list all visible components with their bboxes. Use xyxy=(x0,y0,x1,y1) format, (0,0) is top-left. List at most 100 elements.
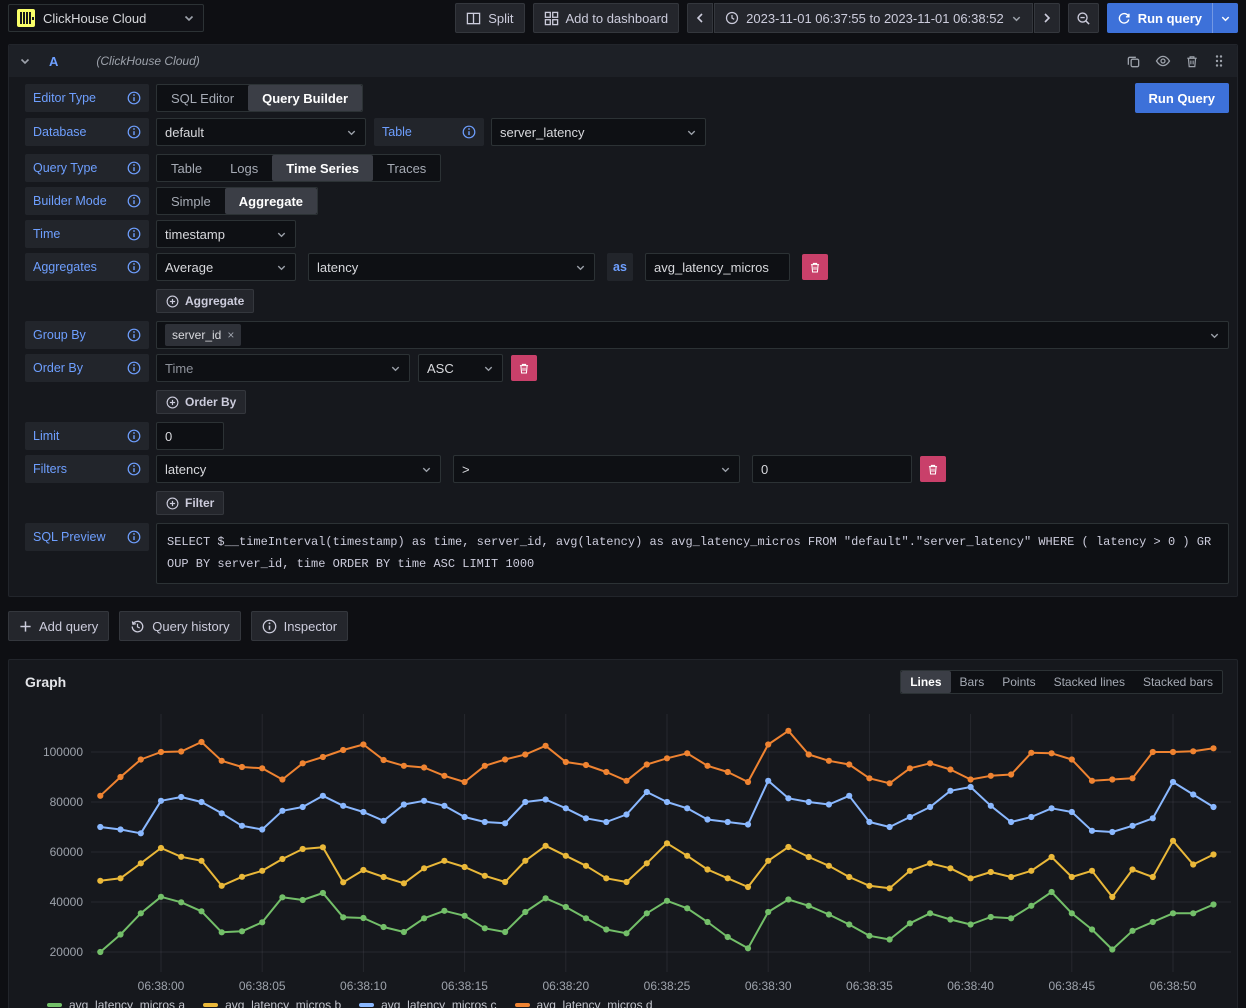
graph-style-option-stacked-lines[interactable]: Stacked lines xyxy=(1045,671,1134,693)
info-icon[interactable] xyxy=(127,194,141,208)
info-icon[interactable] xyxy=(127,91,141,105)
add-aggregate-button[interactable]: Aggregate xyxy=(156,289,254,313)
builder-mode-option-simple[interactable]: Simple xyxy=(157,188,225,214)
graph-style-option-points[interactable]: Points xyxy=(993,671,1044,693)
query-type-option-logs[interactable]: Logs xyxy=(216,155,272,181)
add-query-button[interactable]: Add query xyxy=(8,611,109,641)
table-select[interactable]: server_latency xyxy=(491,118,706,146)
explore-toolbar: Add query Query history Inspector xyxy=(8,611,1238,641)
remove-filter-button[interactable] xyxy=(920,456,946,482)
datasource-name: ClickHouse Cloud xyxy=(43,11,175,26)
info-icon[interactable] xyxy=(127,429,141,443)
chevron-down-icon xyxy=(483,363,494,374)
filter-field-select[interactable]: latency xyxy=(156,455,441,483)
datasource-picker[interactable]: ClickHouse Cloud xyxy=(8,4,204,32)
filter-operator-select[interactable]: > xyxy=(453,455,740,483)
info-icon[interactable] xyxy=(127,328,141,342)
duplicate-query-icon[interactable] xyxy=(1126,54,1141,69)
filter-value-input[interactable] xyxy=(752,455,912,483)
query-type-option-table[interactable]: Table xyxy=(157,155,216,181)
query-datasource-hint: (ClickHouse Cloud) xyxy=(96,54,199,68)
legend-item-avg_latency_micros-a[interactable]: avg_latency_micros a xyxy=(47,998,185,1008)
graph-canvas[interactable]: 20000400006000080000100000 06:38:0006:38:… xyxy=(17,702,1231,994)
hide-query-eye-icon[interactable] xyxy=(1155,53,1171,69)
graph-style-option-bars[interactable]: Bars xyxy=(951,671,994,693)
clock-icon xyxy=(725,11,739,25)
legend-item-avg_latency_micros-b[interactable]: avg_latency_micros b xyxy=(203,998,341,1008)
chevron-down-icon xyxy=(390,363,401,374)
order-by-direction-select[interactable]: ASC xyxy=(418,354,503,382)
split-button[interactable]: Split xyxy=(455,3,524,33)
graph-panel-header: Graph LinesBarsPointsStacked linesStacke… xyxy=(17,668,1229,702)
chevron-down-icon xyxy=(575,262,586,273)
editor-type-option-sql-editor[interactable]: SQL Editor xyxy=(157,85,248,111)
info-icon[interactable] xyxy=(127,260,141,274)
info-icon[interactable] xyxy=(127,125,141,139)
info-icon[interactable] xyxy=(127,227,141,241)
builder-mode-option-aggregate[interactable]: Aggregate xyxy=(225,188,317,214)
group-by-row: Group By server_id × xyxy=(25,321,1229,349)
time-range-back-button[interactable] xyxy=(687,3,713,33)
graph-style-option-lines[interactable]: Lines xyxy=(901,671,950,693)
legend-item-avg_latency_micros-d[interactable]: avg_latency_micros d xyxy=(515,998,653,1008)
drag-handle-icon[interactable] xyxy=(1213,54,1225,68)
legend-swatch xyxy=(359,1003,374,1007)
aggregate-alias-input[interactable] xyxy=(645,253,790,281)
limit-input[interactable] xyxy=(156,422,224,450)
database-select[interactable]: default xyxy=(156,118,366,146)
svg-text:06:38:15: 06:38:15 xyxy=(441,979,488,993)
legend-item-avg_latency_micros-c[interactable]: avg_latency_micros c xyxy=(359,998,496,1008)
info-icon[interactable] xyxy=(127,161,141,175)
time-range-picker[interactable]: 2023-11-01 06:37:55 to 2023-11-01 06:38:… xyxy=(714,3,1033,33)
time-range-controls: 2023-11-01 06:37:55 to 2023-11-01 06:38:… xyxy=(687,3,1060,33)
chevron-down-icon xyxy=(421,464,432,475)
clickhouse-logo-icon xyxy=(17,9,35,27)
chevron-down-icon xyxy=(276,229,287,240)
field-label-filters: Filters xyxy=(25,455,149,483)
editor-type-option-query-builder[interactable]: Query Builder xyxy=(248,85,362,111)
remove-order-by-button[interactable] xyxy=(511,355,537,381)
add-filter-row: Filter xyxy=(156,491,1229,515)
query-type-option-traces[interactable]: Traces xyxy=(373,155,440,181)
info-icon[interactable] xyxy=(127,361,141,375)
aggregate-column-select[interactable]: latency xyxy=(308,253,595,281)
plus-circle-icon xyxy=(166,396,179,409)
time-range-forward-button[interactable] xyxy=(1034,3,1060,33)
svg-text:06:38:35: 06:38:35 xyxy=(846,979,893,993)
add-order-by-button[interactable]: Order By xyxy=(156,390,246,414)
zoom-out-button[interactable] xyxy=(1068,3,1099,33)
add-to-dashboard-button[interactable]: Add to dashboard xyxy=(533,3,680,33)
field-label-limit: Limit xyxy=(25,422,149,450)
graph-style-option-stacked-bars[interactable]: Stacked bars xyxy=(1134,671,1222,693)
delete-query-trash-icon[interactable] xyxy=(1185,54,1199,69)
svg-text:40000: 40000 xyxy=(50,895,84,909)
inspector-button[interactable]: Inspector xyxy=(251,611,348,641)
chevron-down-icon xyxy=(1011,13,1022,24)
run-query-dropdown-button[interactable] xyxy=(1212,3,1238,33)
add-filter-button[interactable]: Filter xyxy=(156,491,224,515)
group-by-select[interactable]: server_id × xyxy=(156,321,1229,349)
order-by-field-select[interactable]: Time xyxy=(156,354,410,382)
run-query-button[interactable]: Run query xyxy=(1107,3,1212,33)
query-type-option-time-series[interactable]: Time Series xyxy=(272,155,373,181)
field-label-sql-preview: SQL Preview xyxy=(25,523,149,551)
group-by-tag[interactable]: server_id × xyxy=(165,324,241,346)
svg-text:06:38:45: 06:38:45 xyxy=(1048,979,1095,993)
x-axis-labels: 06:38:0006:38:0506:38:1006:38:1506:38:20… xyxy=(138,979,1197,993)
info-icon[interactable] xyxy=(127,462,141,476)
query-history-button[interactable]: Query history xyxy=(119,611,240,641)
aggregate-function-select[interactable]: Average xyxy=(156,253,296,281)
remove-tag-icon[interactable]: × xyxy=(227,328,234,342)
field-label-database: Database xyxy=(25,118,149,146)
series-avg_latency_micros-d xyxy=(97,728,1216,799)
info-icon[interactable] xyxy=(127,530,141,544)
remove-aggregate-button[interactable] xyxy=(802,254,828,280)
time-column-select[interactable]: timestamp xyxy=(156,220,296,248)
y-axis-labels: 20000400006000080000100000 xyxy=(43,745,83,959)
chevron-down-icon xyxy=(686,127,697,138)
history-icon xyxy=(130,619,145,634)
graph-style-segmented: LinesBarsPointsStacked linesStacked bars xyxy=(900,670,1223,694)
collapse-chevron-icon[interactable] xyxy=(19,55,31,67)
info-icon[interactable] xyxy=(462,125,476,139)
run-query-panel-button[interactable]: Run Query xyxy=(1135,83,1229,113)
